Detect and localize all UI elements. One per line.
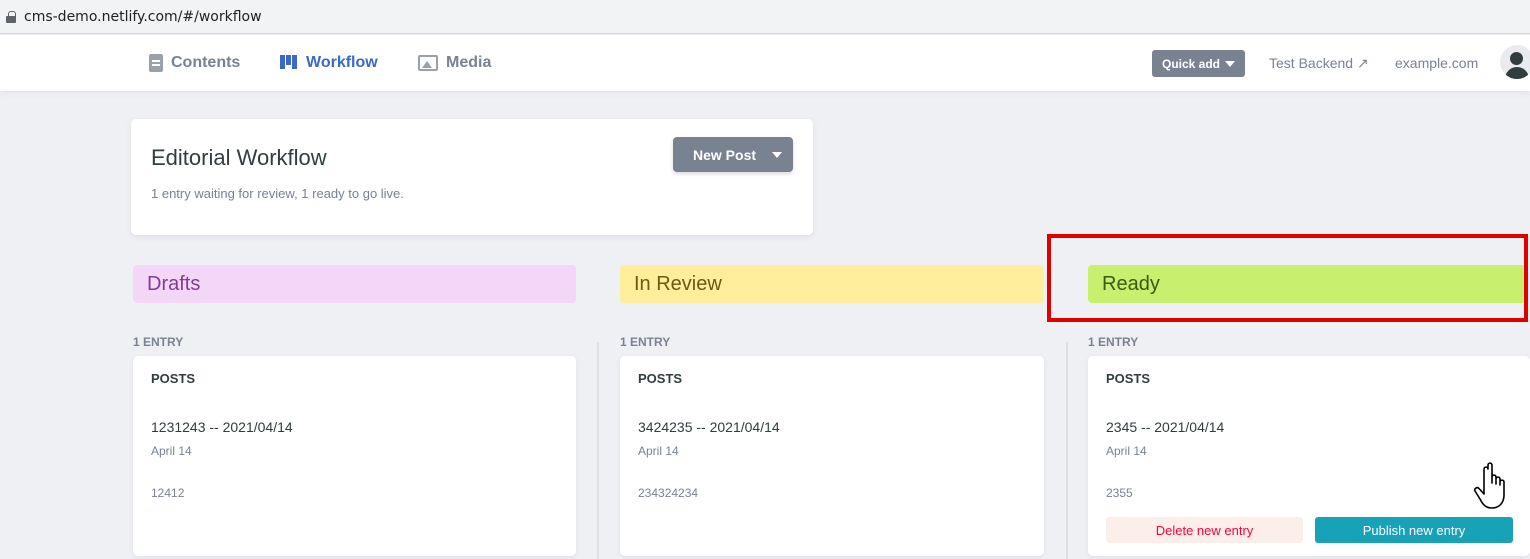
column-header-in-review: In Review [620, 265, 1044, 303]
new-post-button[interactable]: New Post [673, 137, 793, 172]
contents-icon [149, 54, 163, 72]
column-divider [597, 342, 599, 559]
nav-workflow-label: Workflow [306, 54, 378, 71]
card-title: 1231243 -- 2021/04/14 [151, 419, 293, 435]
hand-cursor-icon [1474, 462, 1505, 509]
highlight-box [1047, 234, 1528, 322]
column-count-drafts: 1 ENTRY [133, 335, 184, 349]
nav-media-label: Media [446, 54, 492, 71]
site-link[interactable]: example.com [1395, 35, 1478, 91]
card-date: April 14 [638, 444, 679, 458]
card-body: 2355 [1106, 486, 1133, 500]
quick-add-label: Quick add [1161, 56, 1220, 71]
card-collection: POSTS [638, 371, 683, 386]
entry-card-in-review[interactable]: POSTS 3424235 -- 2021/04/14 April 14 234… [620, 356, 1044, 556]
quick-add-button[interactable]: Quick add [1152, 50, 1245, 77]
column-header-drafts: Drafts [133, 265, 576, 303]
card-date: April 14 [151, 444, 192, 458]
card-title: 3424235 -- 2021/04/14 [638, 419, 780, 435]
avatar-icon[interactable] [1500, 45, 1530, 79]
card-collection: POSTS [1106, 371, 1151, 386]
workflow-overview-card: Editorial Workflow 1 entry waiting for r… [131, 119, 813, 235]
nav-contents[interactable]: Contents [149, 35, 240, 91]
entry-card-drafts[interactable]: POSTS 1231243 -- 2021/04/14 April 14 124… [133, 356, 576, 556]
lock-icon [6, 10, 16, 23]
column-count-in-review: 1 ENTRY [620, 335, 671, 349]
test-backend-link[interactable]: Test Backend ↗ [1269, 35, 1369, 91]
app-header: Contents Workflow Media Quick add Test B… [0, 35, 1530, 91]
workflow-icon [280, 55, 298, 71]
browser-address-bar[interactable]: cms-demo.netlify.com/#/workflow [0, 0, 1530, 34]
entry-card-ready[interactable]: POSTS 2345 -- 2021/04/14 April 14 2355 D… [1088, 356, 1530, 556]
card-body: 234324234 [638, 486, 699, 500]
delete-entry-button[interactable]: Delete new entry [1106, 517, 1303, 543]
page-title: Editorial Workflow [151, 145, 327, 170]
card-title: 2345 -- 2021/04/14 [1106, 419, 1225, 435]
caret-down-icon[interactable] [772, 152, 782, 158]
column-divider [1066, 342, 1068, 559]
column-count-ready: 1 ENTRY [1088, 335, 1139, 349]
new-post-label: New Post [693, 146, 757, 163]
nav-workflow[interactable]: Workflow [280, 35, 378, 91]
card-collection: POSTS [151, 371, 196, 386]
nav-media[interactable]: Media [418, 35, 491, 91]
media-icon [418, 55, 438, 71]
workflow-summary: 1 entry waiting for review, 1 ready to g… [151, 186, 404, 201]
card-date: April 14 [1106, 444, 1147, 458]
publish-entry-button[interactable]: Publish new entry [1315, 517, 1513, 543]
caret-down-icon [1225, 60, 1235, 67]
nav-contents-label: Contents [171, 54, 241, 71]
card-body: 12412 [151, 486, 185, 500]
url-text: cms-demo.netlify.com/#/workflow [24, 8, 262, 25]
